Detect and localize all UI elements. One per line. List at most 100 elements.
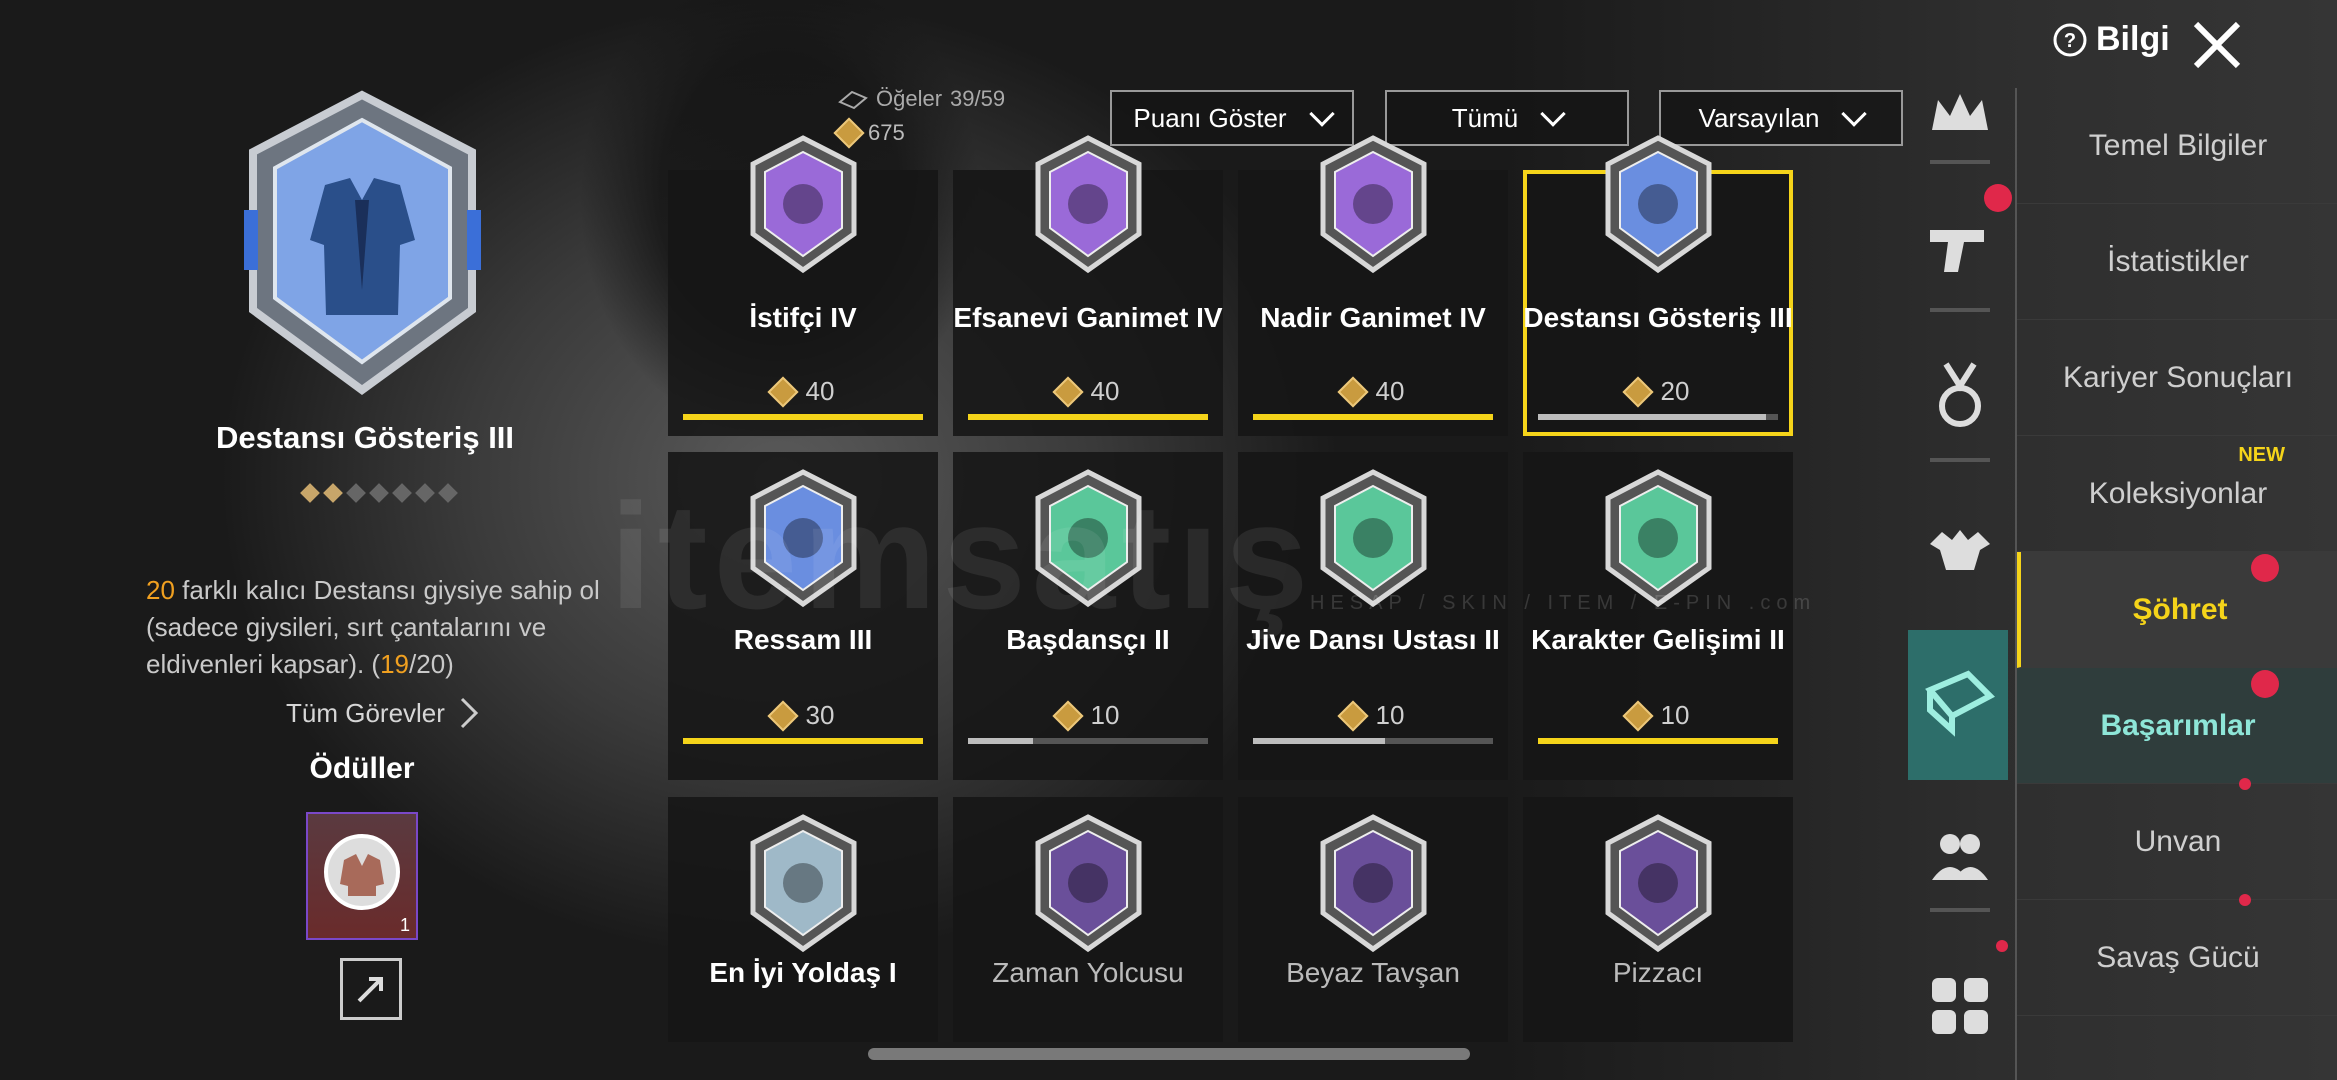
menu-item[interactable]: Savaş Gücü (2017, 894, 2337, 1016)
achievement-points: 40 (668, 375, 938, 408)
achievement-card[interactable]: Efsanevi Ganimet IV 40 (953, 135, 1223, 436)
achievement-card[interactable]: Destansı Gösteriş III 20 (1523, 135, 1793, 436)
tier-star (323, 483, 343, 503)
menu-item[interactable]: Başarımlar (2017, 668, 2337, 784)
points-value: 10 (1090, 700, 1120, 730)
collection-tab-active[interactable] (1908, 630, 2008, 780)
chevron-down-icon (1841, 101, 1868, 127)
menu-item-label: Şöhret (2132, 592, 2228, 626)
achievement-points: 40 (1238, 375, 1508, 408)
friends-icon[interactable] (1924, 820, 1996, 892)
progress-fill (1538, 414, 1766, 420)
items-value: 39/59 (950, 86, 1006, 111)
achievement-emblem-icon (1320, 469, 1427, 608)
close-icon[interactable] (2190, 18, 2244, 72)
help-icon: ? (2053, 23, 2087, 56)
achievement-card[interactable]: Zaman Yolcusu (953, 797, 1223, 1042)
menu-item-label: Savaş Gücü (2096, 940, 2260, 974)
progress-bar (683, 738, 923, 744)
menu-item[interactable]: Kariyer Sonuçları (2017, 320, 2337, 436)
selected-badge-icon (244, 90, 481, 395)
chevron-down-icon (1308, 101, 1335, 127)
progress-bar (1538, 414, 1778, 420)
info-button[interactable]: ? Bilgi (2052, 20, 2170, 59)
grid-menu-icon[interactable] (1924, 970, 1996, 1042)
info-label: Bilgi (2096, 20, 2170, 58)
menu-item[interactable]: İstatistikler (2017, 204, 2337, 320)
achievement-card[interactable]: İstifçi IV 40 (668, 135, 938, 436)
chevron-right-icon (460, 697, 479, 729)
share-button[interactable] (340, 958, 402, 1020)
profile-menu: Temel Bilgiler İstatistikler Kariyer Sonuç… (2015, 88, 2337, 1080)
gift-icon (1984, 184, 2012, 212)
coin-icon (766, 699, 799, 732)
achievement-card[interactable]: Karakter Gelişimi II 10 (1523, 452, 1793, 780)
achievement-points: 10 (1238, 699, 1508, 732)
svg-text:?: ? (2064, 30, 2076, 52)
desc-text: farklı kalıcı Destansı giysiye sahip ol … (146, 575, 600, 679)
rewards-title: Ödüller (309, 752, 415, 785)
menu-item[interactable]: Temel Bilgiler (2017, 88, 2337, 204)
coin-icon (1621, 375, 1654, 408)
menu-item-label: İstatistikler (2107, 244, 2249, 278)
progress-fill (1253, 738, 1385, 744)
reward-item[interactable]: 1 (306, 812, 418, 940)
achievement-name: Beyaz Tavşan (1286, 957, 1460, 988)
achievement-name: Pizzacı (1612, 957, 1704, 988)
gift-icon (2251, 670, 2279, 698)
menu-item-label: Başarımlar (2100, 708, 2256, 742)
watermark: itemsatış (610, 472, 1315, 640)
notification-dot (2239, 894, 2251, 906)
menu-item[interactable]: Koleksiyonlar NEW (2017, 436, 2337, 552)
achievement-emblem-icon (1605, 135, 1712, 274)
progress-fill (683, 414, 923, 420)
menu-item[interactable]: Şöhret (2017, 552, 2337, 668)
dropdown-label: Puanı Göster (1133, 102, 1287, 133)
achievement-name: En İyi Yoldaş I (709, 957, 897, 988)
achievement-name: İstifçi IV (749, 302, 857, 333)
tier-star (392, 483, 412, 503)
achievement-points: 40 (953, 375, 1223, 408)
notification-dot (2239, 778, 2251, 790)
pistol-icon[interactable] (1924, 210, 1996, 282)
points-value: 20 (1660, 376, 1690, 406)
menu-item[interactable]: Unvan (2017, 778, 2337, 900)
watermark-sub: HESAP / SKIN / ITEM / E-PIN .com (1310, 592, 1817, 614)
crown-icon[interactable] (1924, 80, 1996, 152)
tier-star (346, 483, 366, 503)
coin-icon (1051, 699, 1084, 732)
scrollbar[interactable] (868, 1048, 1470, 1060)
dropdown-label: Tümü (1451, 102, 1519, 133)
share-icon (357, 977, 383, 1003)
points-value: 40 (805, 376, 835, 406)
achievement-name: Nadir Ganimet IV (1260, 302, 1486, 333)
medal-icon[interactable] (1924, 360, 1996, 432)
achievement-card[interactable]: Pizzacı (1523, 797, 1793, 1042)
achievement-card[interactable]: Beyaz Tavşan (1238, 797, 1508, 1042)
desc-progress-current: 19 (380, 649, 410, 679)
coin-icon (1336, 699, 1369, 732)
tier-star (415, 483, 435, 503)
collection-box-icon (1925, 670, 1996, 737)
all-tasks-label: Tüm Görevler (286, 697, 445, 728)
dropdown-label: Varsayılan (1698, 102, 1820, 133)
achievement-description: 20 farklı kalıcı Destansı giysiye sahip … (146, 572, 606, 683)
coin-icon (1621, 699, 1654, 732)
gift-icon (2251, 554, 2279, 582)
all-tasks-link[interactable]: Tüm Görevler (286, 696, 479, 730)
achievement-name: Destansı Gösteriş III (1523, 302, 1793, 333)
achievement-emblem-icon (750, 135, 857, 274)
desc-count: 20 (146, 575, 175, 605)
muscle-icon[interactable] (1924, 510, 1996, 582)
progress-fill (1538, 738, 1778, 744)
achievement-card[interactable]: En İyi Yoldaş I (668, 797, 938, 1042)
achievement-card[interactable]: Nadir Ganimet IV 40 (1238, 135, 1508, 436)
coin-icon (1336, 375, 1369, 408)
achievement-emblem-icon (1605, 469, 1712, 608)
menu-item-label: Kariyer Sonuçları (2062, 360, 2294, 394)
progress-fill (968, 738, 1033, 744)
achievement-emblem-icon (750, 814, 857, 953)
achievement-points: 10 (1523, 699, 1793, 732)
chevron-down-icon (1540, 101, 1566, 127)
divider (1930, 160, 1990, 164)
